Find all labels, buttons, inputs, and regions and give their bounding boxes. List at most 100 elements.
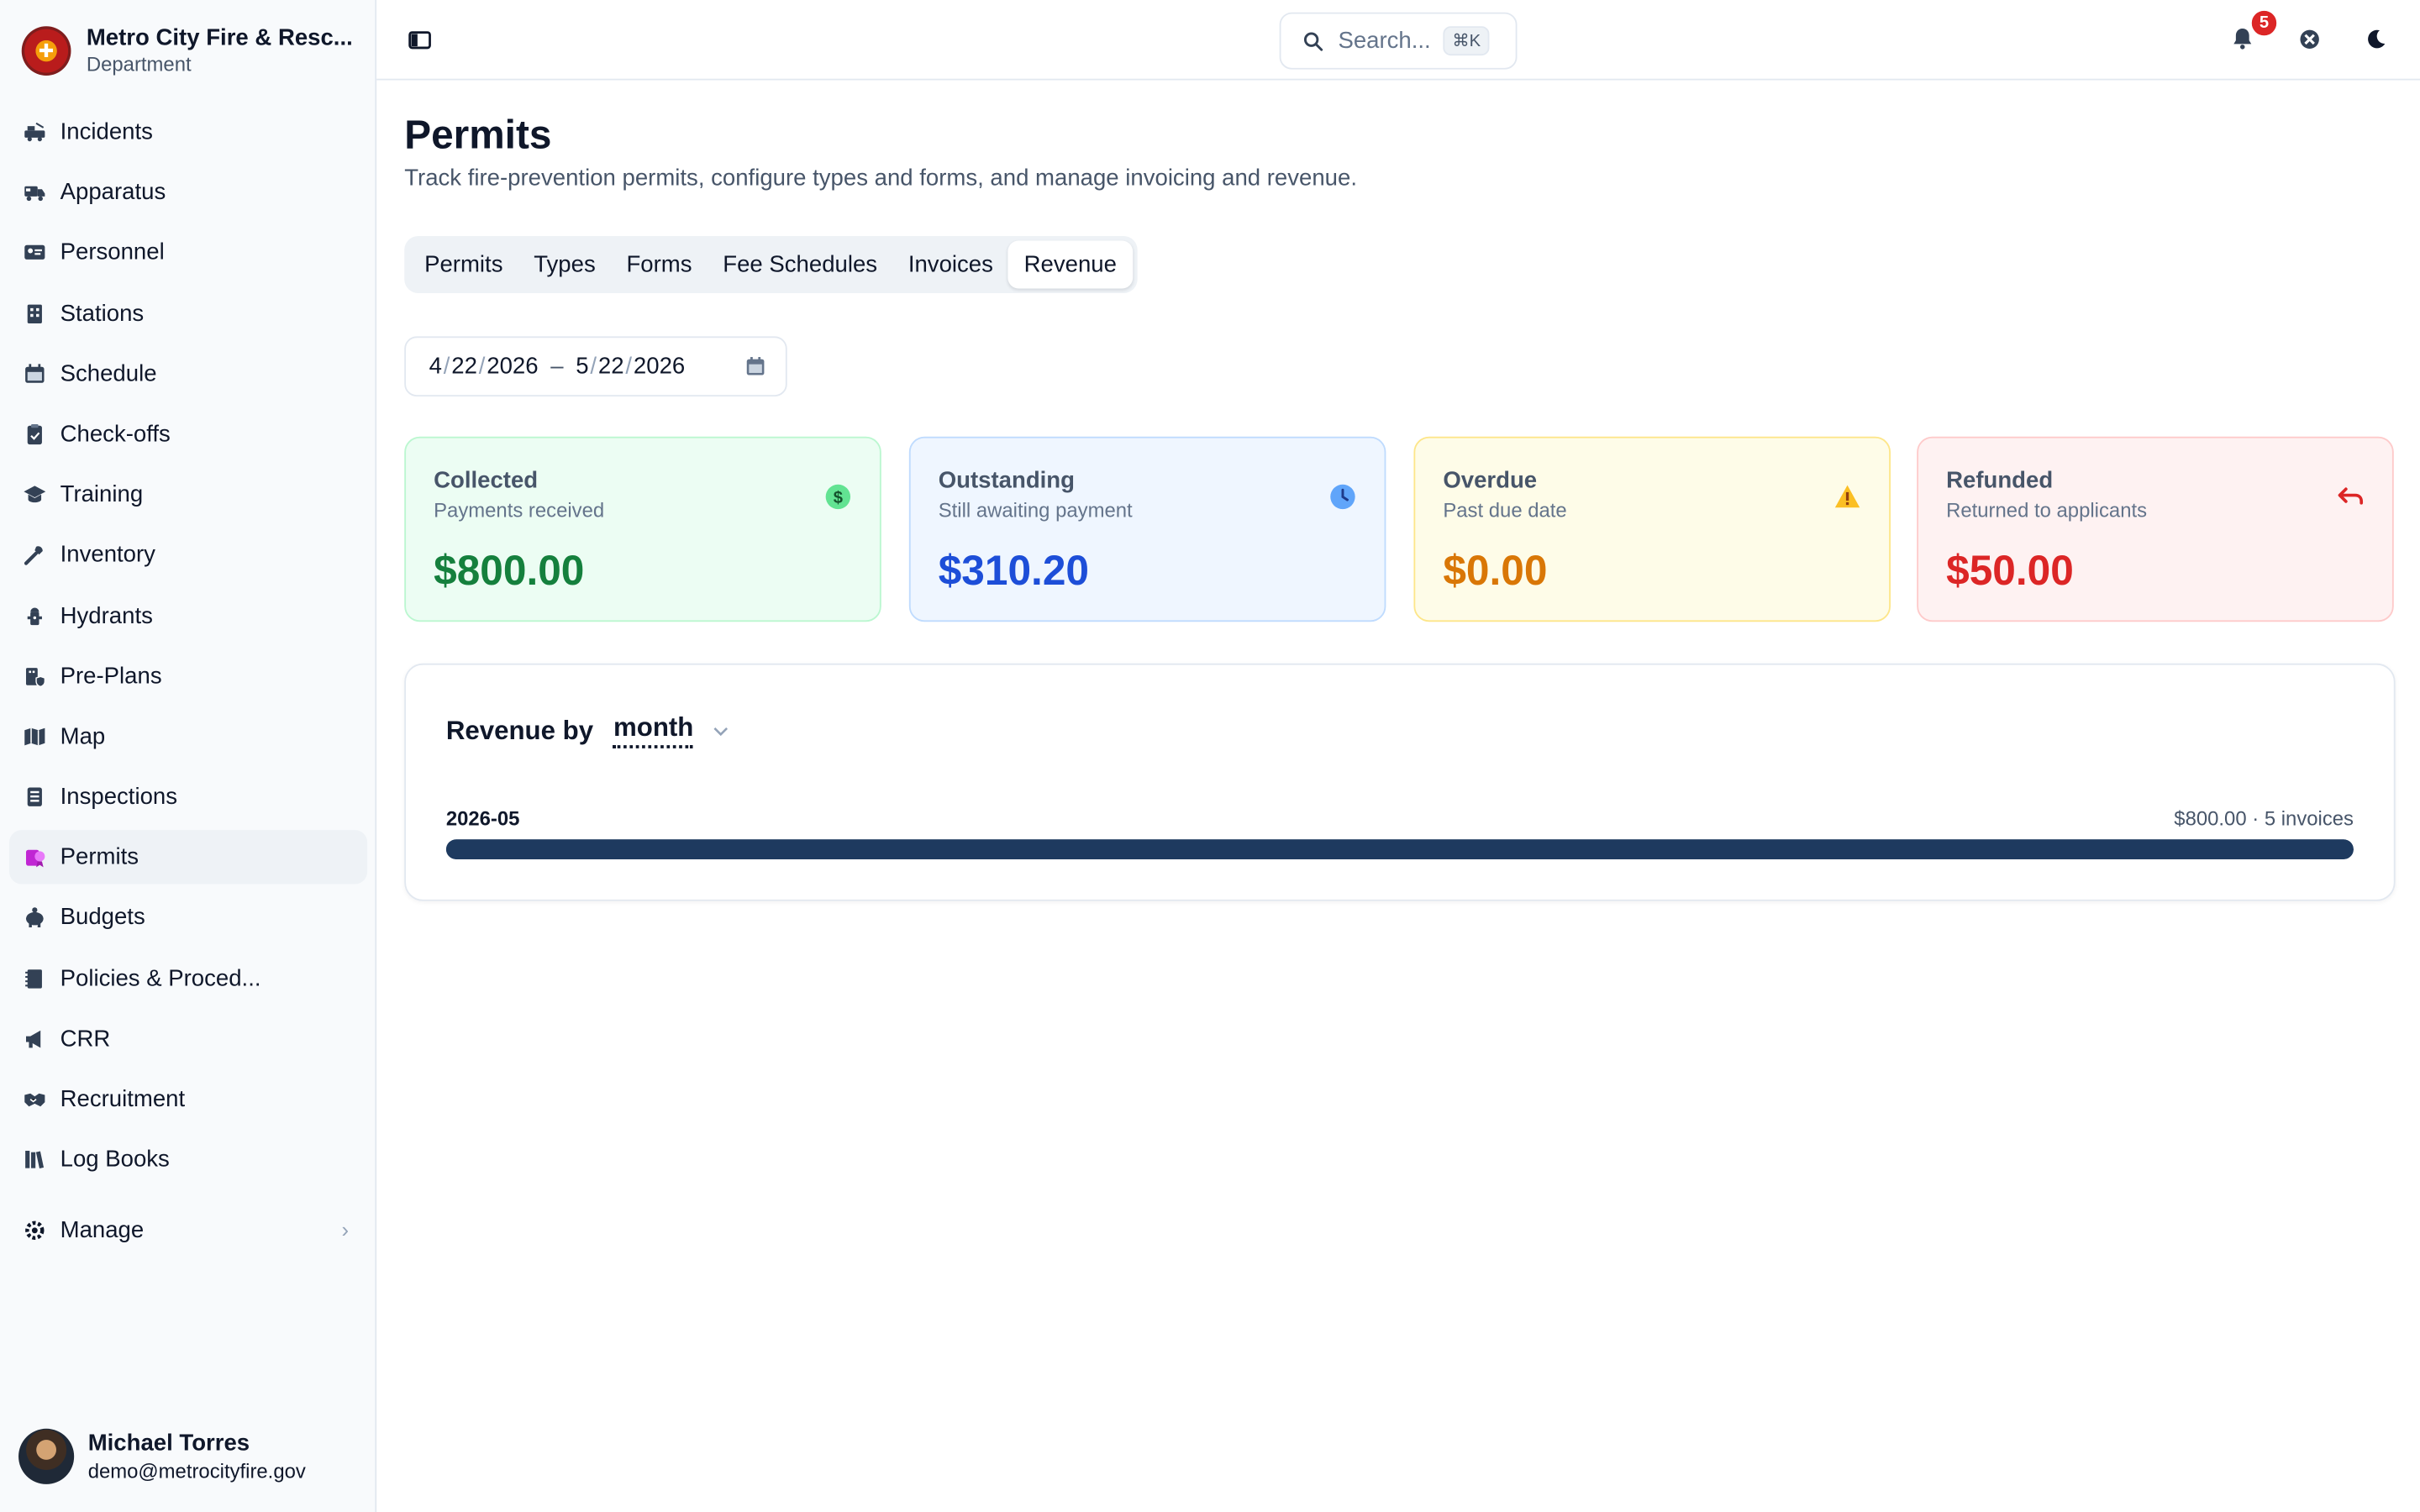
revenue-bar (445, 839, 2354, 860)
page-title: Permits (404, 111, 552, 158)
search-button[interactable]: Search... ⌘K (1279, 12, 1518, 70)
tab-forms[interactable]: Forms (611, 241, 708, 289)
sidebar-item-recruitment[interactable]: Recruitment (9, 1073, 367, 1126)
sidebar-item-manage[interactable]: Manage › (9, 1204, 367, 1257)
date-from-year[interactable]: 2026 (487, 354, 538, 380)
notifications-button[interactable]: 5 (2226, 8, 2280, 55)
sidebar-item-schedule[interactable]: Schedule (9, 347, 367, 401)
revenue-panel: Revenue by month 2026-05 $800.00 · 5 invo… (404, 663, 2396, 901)
sidebar: ✚ Metro City Fire & Resc... Department I… (0, 0, 377, 1512)
sidebar-item-pre-plans[interactable]: Pre-Plans (9, 649, 367, 703)
clipboard-icon (22, 422, 46, 446)
summary-cards: Collected Payments received $800.00 $ Outsta… (404, 436, 2395, 622)
card-title: Overdue (1443, 467, 1538, 494)
map-icon (22, 724, 46, 748)
piggy-bank-icon (22, 906, 46, 930)
user-profile[interactable]: Michael Torres demo@metrocityfire.gov (18, 1428, 306, 1484)
sidebar-item-label: Inventory (60, 542, 155, 569)
gear-icon (22, 1218, 46, 1242)
tab-fee-schedules[interactable]: Fee Schedules (708, 241, 893, 289)
summary-card-outstanding: Outstanding Still awaiting payment $310.20 (908, 436, 1386, 622)
sidebar-item-apparatus[interactable]: Apparatus (9, 165, 367, 219)
sidebar-item-budgets[interactable]: Budgets (9, 891, 367, 945)
revenue-heading: Revenue by (445, 715, 594, 745)
sidebar-item-inventory[interactable]: Inventory (9, 528, 367, 582)
sidebar-item-log-books[interactable]: Log Books (9, 1133, 367, 1187)
calendar-icon[interactable] (744, 354, 767, 378)
sidebar-item-training[interactable]: Training (9, 468, 367, 522)
sidebar-toggle-icon[interactable] (408, 28, 432, 52)
date-from-day[interactable]: 22 (451, 354, 477, 380)
tab-permits[interactable]: Permits (409, 241, 518, 289)
summary-card-overdue: Overdue Past due date $0.00 (1413, 436, 1891, 622)
date-separator: / (590, 353, 597, 380)
sidebar-item-check-offs[interactable]: Check-offs (9, 407, 367, 461)
tab-invoices[interactable]: Invoices (892, 241, 1008, 289)
sidebar-item-map[interactable]: Map (9, 710, 367, 764)
date-to-month[interactable]: 5 (576, 354, 588, 380)
sidebar-item-personnel[interactable]: Personnel (9, 226, 367, 280)
notification-badge: 5 (2249, 8, 2280, 39)
sidebar-item-crr[interactable]: CRR (9, 1012, 367, 1066)
sidebar-item-inspections[interactable]: Inspections (9, 770, 367, 824)
card-description: Payments received (434, 498, 605, 522)
book-icon (22, 966, 46, 990)
sidebar-item-label: Stations (60, 300, 145, 327)
theme-toggle-button[interactable] (2359, 22, 2392, 55)
card-description: Past due date (1443, 498, 1567, 522)
summary-card-refunded: Refunded Returned to applicants $50.00 (1917, 436, 2394, 622)
topbar: Search... ⌘K 5 (376, 0, 2420, 81)
date-to-year[interactable]: 2026 (634, 354, 685, 380)
checklist-icon (22, 785, 46, 809)
date-separator: / (478, 353, 486, 380)
tab-types[interactable]: Types (518, 241, 611, 289)
sidebar-item-label: Map (60, 723, 106, 750)
date-separator: / (443, 353, 450, 380)
settings-button[interactable] (2292, 22, 2326, 55)
megaphone-icon (22, 1026, 46, 1051)
tab-revenue[interactable]: Revenue (1008, 240, 1133, 289)
org-sub: Department (86, 52, 192, 76)
card-title: Refunded (1946, 467, 2054, 494)
sidebar-item-stations[interactable]: Stations (9, 286, 367, 340)
card-title: Collected (434, 467, 539, 494)
summary-card-collected: Collected Payments received $800.00 $ (404, 436, 881, 622)
sidebar-item-permits[interactable]: Permits (9, 830, 368, 885)
chevron-down-icon[interactable] (712, 722, 730, 740)
building-icon (22, 301, 46, 325)
org-header[interactable]: ✚ Metro City Fire & Resc... Department (21, 24, 358, 76)
sidebar-item-label: Apparatus (60, 179, 166, 206)
hydrant-icon (22, 603, 46, 627)
permit-icon (22, 845, 46, 869)
tools-icon (22, 543, 46, 567)
settings-icon (2299, 29, 2318, 49)
revenue-bar-track (445, 839, 2354, 860)
group-by-select[interactable]: month (613, 713, 694, 748)
sidebar-item-incidents[interactable]: Incidents (9, 105, 367, 159)
clock-icon (1328, 483, 1356, 511)
date-to-day[interactable]: 22 (598, 354, 624, 380)
warning-icon (1833, 483, 1861, 511)
sidebar-item-label: Training (60, 481, 144, 508)
fire-truck-icon (22, 119, 46, 144)
search-label: Search... (1338, 28, 1431, 55)
dollar-icon: $ (824, 483, 852, 511)
search-shortcut: ⌘K (1443, 26, 1491, 56)
date-separator: / (625, 353, 633, 380)
date-from-month[interactable]: 4 (429, 354, 442, 380)
building-shield-icon (22, 664, 46, 688)
card-value: $800.00 (434, 548, 585, 595)
tab-bar: Permits Types Forms Fee Schedules Invoices Re… (404, 236, 1137, 293)
date-range-dash: – (550, 353, 564, 380)
org-name: Metro City Fire & Resc... (86, 24, 353, 51)
user-name: Michael Torres (87, 1430, 250, 1457)
card-value: $50.00 (1946, 548, 2074, 595)
date-range-picker[interactable]: 4/22/2026 – 5/22/2026 (404, 336, 787, 397)
sidebar-item-label: CRR (60, 1026, 111, 1053)
sidebar-item-hydrants[interactable]: Hydrants (9, 589, 367, 643)
sidebar-item-policies-proced[interactable]: Policies & Proced... (9, 952, 367, 1005)
sidebar-item-label: Recruitment (60, 1086, 186, 1113)
avatar (18, 1428, 75, 1484)
user-email: demo@metrocityfire.gov (87, 1459, 306, 1483)
sidebar-item-label: Incidents (60, 118, 153, 145)
